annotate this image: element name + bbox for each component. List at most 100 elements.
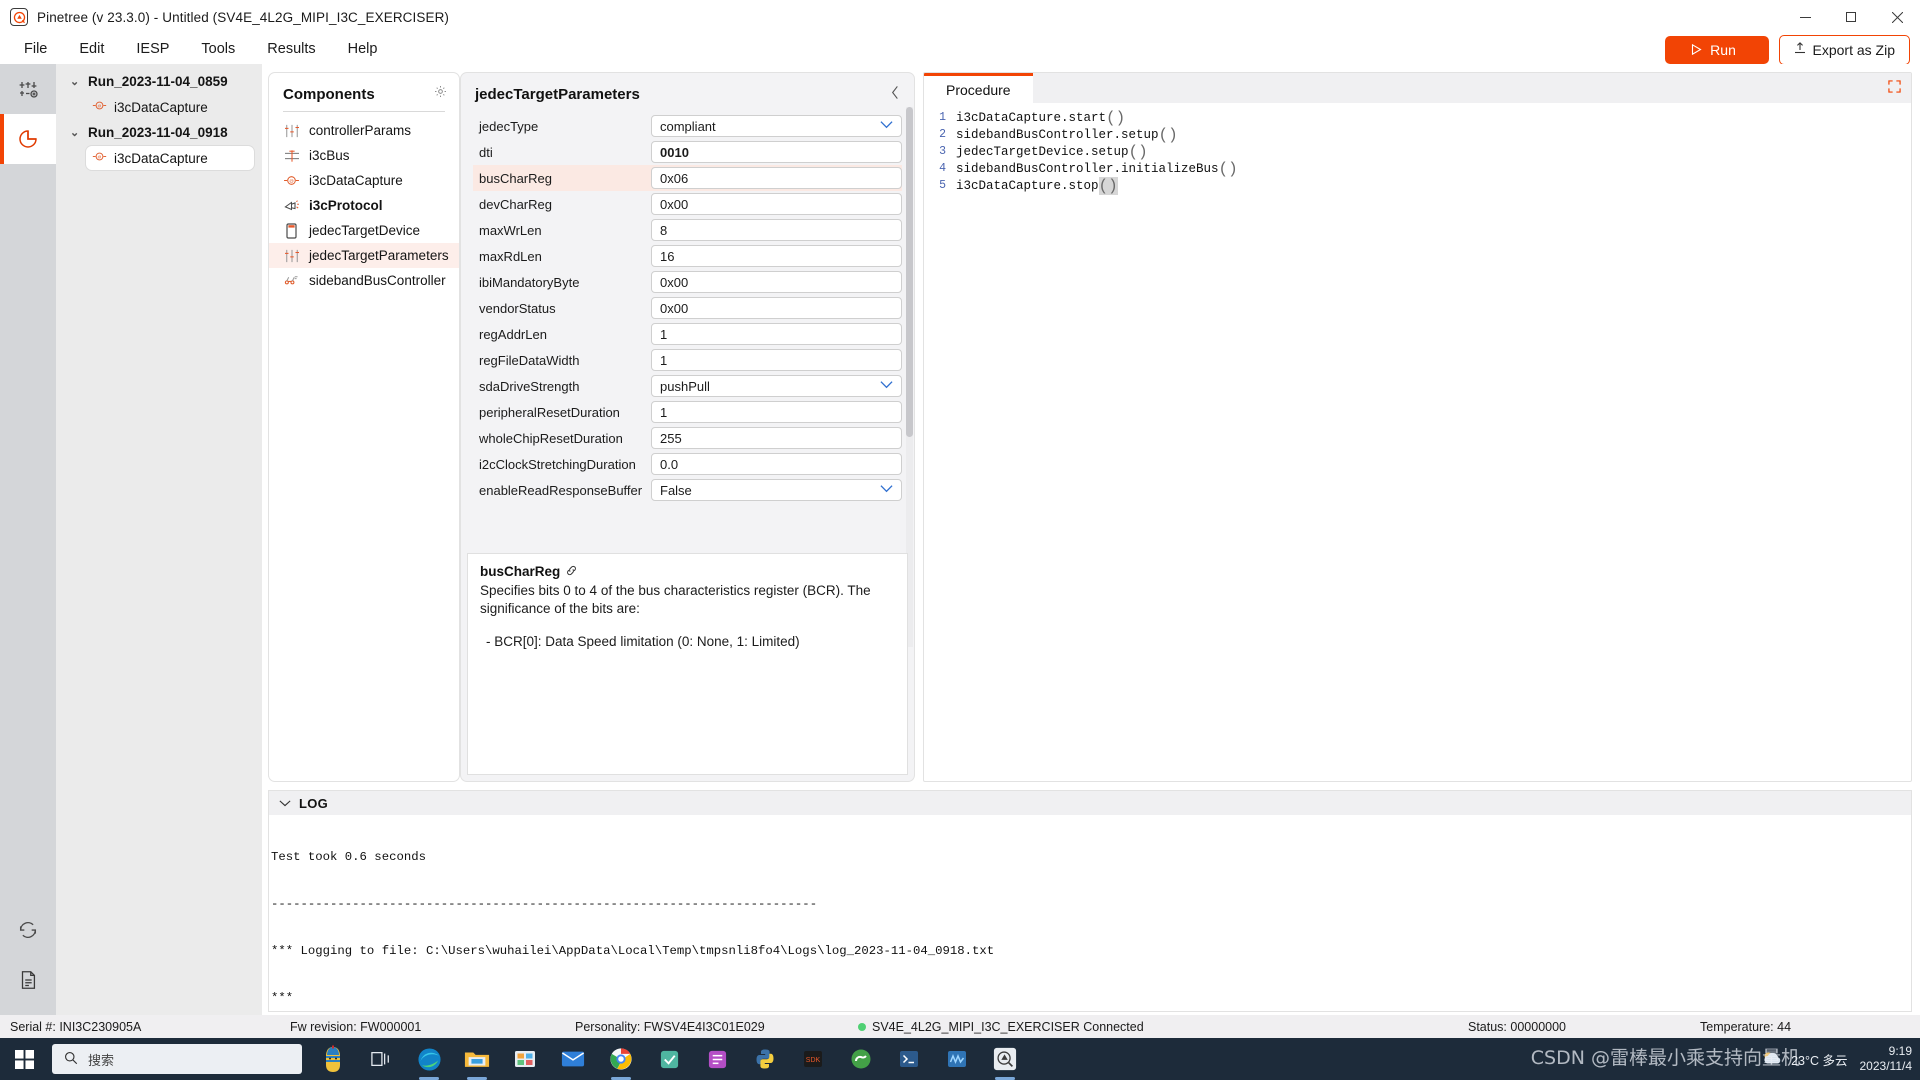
chevron-down-icon[interactable] (279, 794, 291, 812)
status-personality: Personality: FWSV4E4I3C01E029 (575, 1019, 765, 1034)
component-item-i3cdatacapture[interactable]: @ i3cDataCapture (269, 168, 459, 193)
run-group-1-label: Run_2023-11-04_0918 (88, 125, 228, 140)
line-number: 1 (939, 111, 946, 124)
component-item-i3cprotocol[interactable]: i3cProtocol (269, 193, 459, 218)
icon-rail (0, 64, 56, 1019)
menu-results[interactable]: Results (251, 38, 331, 60)
notes-icon[interactable] (698, 1040, 736, 1078)
param-select-jedectype[interactable]: compliant (651, 115, 902, 137)
code-text: i3cDataCapture.start (956, 110, 1107, 125)
menu-edit[interactable]: Edit (63, 38, 120, 60)
expand-icon[interactable] (1888, 80, 1901, 96)
chrome-icon[interactable] (602, 1040, 640, 1080)
wave-icon[interactable] (938, 1040, 976, 1078)
menu-iesp[interactable]: IESP (120, 38, 185, 60)
terminal-icon[interactable] (890, 1040, 928, 1078)
link-icon[interactable] (565, 564, 578, 579)
store-icon[interactable] (506, 1040, 544, 1078)
menu-file[interactable]: File (8, 38, 63, 60)
code-line[interactable]: 1 i3cDataCapture.start() (924, 109, 1911, 127)
scrollbar-thumb[interactable] (906, 107, 913, 437)
windows-start-icon[interactable] (0, 1038, 48, 1080)
param-input-dti[interactable]: 0010 (651, 141, 902, 163)
param-input-ibimandatorybyte[interactable]: 0x00 (651, 271, 902, 293)
param-input-devcharreg[interactable]: 0x00 (651, 193, 902, 215)
param-input-i2cclockstretchingduration[interactable]: 0.0 (651, 453, 902, 475)
tasks-icon[interactable] (650, 1040, 688, 1078)
gear-icon[interactable] (434, 85, 447, 103)
pinetree-taskbar-icon[interactable] (986, 1040, 1024, 1080)
param-input-vendorstatus[interactable]: 0x00 (651, 297, 902, 319)
sideband-icon (283, 272, 300, 289)
param-label: maxWrLen (479, 222, 542, 238)
log-header[interactable]: LOG (269, 791, 1911, 815)
param-input-buscharreg[interactable]: 0x06 (651, 167, 902, 189)
code-line[interactable]: 5 i3cDataCapture.stop() (924, 176, 1911, 195)
protocol-icon (283, 197, 300, 214)
log-title: LOG (299, 795, 329, 811)
chevron-down-icon[interactable]: ⌄ (70, 75, 82, 88)
chevron-left-icon[interactable] (890, 85, 900, 103)
param-input-maxwrlen[interactable]: 8 (651, 219, 902, 241)
run-group-0[interactable]: ⌄ Run_2023-11-04_0859 (56, 70, 262, 93)
search-icon (64, 1051, 78, 1068)
taskbar-app-icons: SDK (318, 1040, 1024, 1080)
taskbar-clock[interactable]: 9:19 2023/11/4 (1860, 1044, 1913, 1074)
taskbar-search-box[interactable]: 搜索 (52, 1044, 302, 1074)
param-input-regaddrlen[interactable]: 1 (651, 323, 902, 345)
param-select-enablereadresponsebuffer[interactable]: False (651, 479, 902, 501)
run-1-child-i3cdatacapture[interactable]: @ i3cDataCapture (86, 146, 254, 170)
parameters-list: jedecType compliant dti 0010 busCharReg … (461, 113, 914, 503)
param-input-wholechipresetduration[interactable]: 255 (651, 427, 902, 449)
component-item-jedectargetparameters[interactable]: jedecTargetParameters (269, 243, 459, 268)
code-line[interactable]: 4 sidebandBusController.initializeBus() (924, 160, 1911, 178)
parameters-title: jedecTargetParameters (475, 85, 640, 103)
chevron-down-icon[interactable]: ⌄ (70, 126, 82, 139)
export-zip-button[interactable]: Export as Zip (1778, 35, 1910, 65)
param-label: regAddrLen (479, 326, 547, 342)
rail-results-button[interactable] (0, 114, 56, 164)
mail-icon[interactable] (554, 1040, 592, 1078)
component-item-jedectargetdevice[interactable]: jedecTargetDevice (269, 218, 459, 243)
param-label: peripheralResetDuration (479, 404, 620, 420)
component-item-controllerparams[interactable]: controllerParams (269, 118, 459, 143)
sliders-icon (283, 122, 300, 139)
anaconda-icon[interactable] (842, 1040, 880, 1078)
param-value: False (660, 482, 692, 498)
param-input-regfiledatawidth[interactable]: 1 (651, 349, 902, 371)
component-item-i3cbus[interactable]: i3cBus (269, 143, 459, 168)
procedure-code[interactable]: 1 i3cDataCapture.start() 2 sidebandBusCo… (924, 103, 1911, 195)
component-label: jedecTargetDevice (309, 223, 421, 238)
run-group-1[interactable]: ⌄ Run_2023-11-04_0918 (56, 121, 262, 144)
status-device-label: SV4E_4L2G_MIPI_I3C_EXERCISER Connected (872, 1019, 1144, 1034)
menu-tools[interactable]: Tools (185, 38, 251, 60)
maximize-button[interactable] (1828, 0, 1874, 34)
param-input-maxrdlen[interactable]: 16 (651, 245, 902, 267)
python-icon[interactable] (746, 1040, 784, 1078)
play-icon (1691, 42, 1702, 58)
close-button[interactable] (1874, 0, 1920, 34)
run-0-child-i3cdatacapture[interactable]: @ i3cDataCapture (86, 95, 254, 119)
file-explorer-icon[interactable] (458, 1040, 496, 1080)
menu-help[interactable]: Help (332, 38, 394, 60)
sdk-icon[interactable]: SDK (794, 1040, 832, 1078)
tab-procedure[interactable]: Procedure (924, 73, 1033, 103)
taskview-icon[interactable] (362, 1040, 400, 1078)
log-line: *** (271, 990, 294, 1005)
rail-document-button[interactable] (0, 955, 56, 1005)
param-row-sdadrivestrength: sdaDriveStrength pushPull (473, 373, 902, 399)
run-button[interactable]: Run (1664, 36, 1769, 64)
component-item-sidebandbuscontroller[interactable]: sidebandBusController (269, 268, 459, 293)
minimize-button[interactable] (1782, 0, 1828, 34)
weather-widget[interactable]: 23°C 多云 (1761, 1049, 1848, 1070)
pharaoh-icon[interactable] (314, 1040, 352, 1078)
code-line[interactable]: 2 sidebandBusController.setup() (924, 126, 1911, 144)
code-line[interactable]: 3 jedecTargetDevice.setup() (924, 143, 1911, 161)
rail-refresh-button[interactable] (0, 905, 56, 955)
param-input-peripheralresetduration[interactable]: 1 (651, 401, 902, 423)
param-row-maxrdlen: maxRdLen 16 (473, 243, 902, 269)
rail-test-setup-button[interactable] (0, 64, 56, 114)
chevron-down-icon (880, 485, 893, 496)
edge-icon[interactable] (410, 1040, 448, 1080)
param-select-sdadrivestrength[interactable]: pushPull (651, 375, 902, 397)
